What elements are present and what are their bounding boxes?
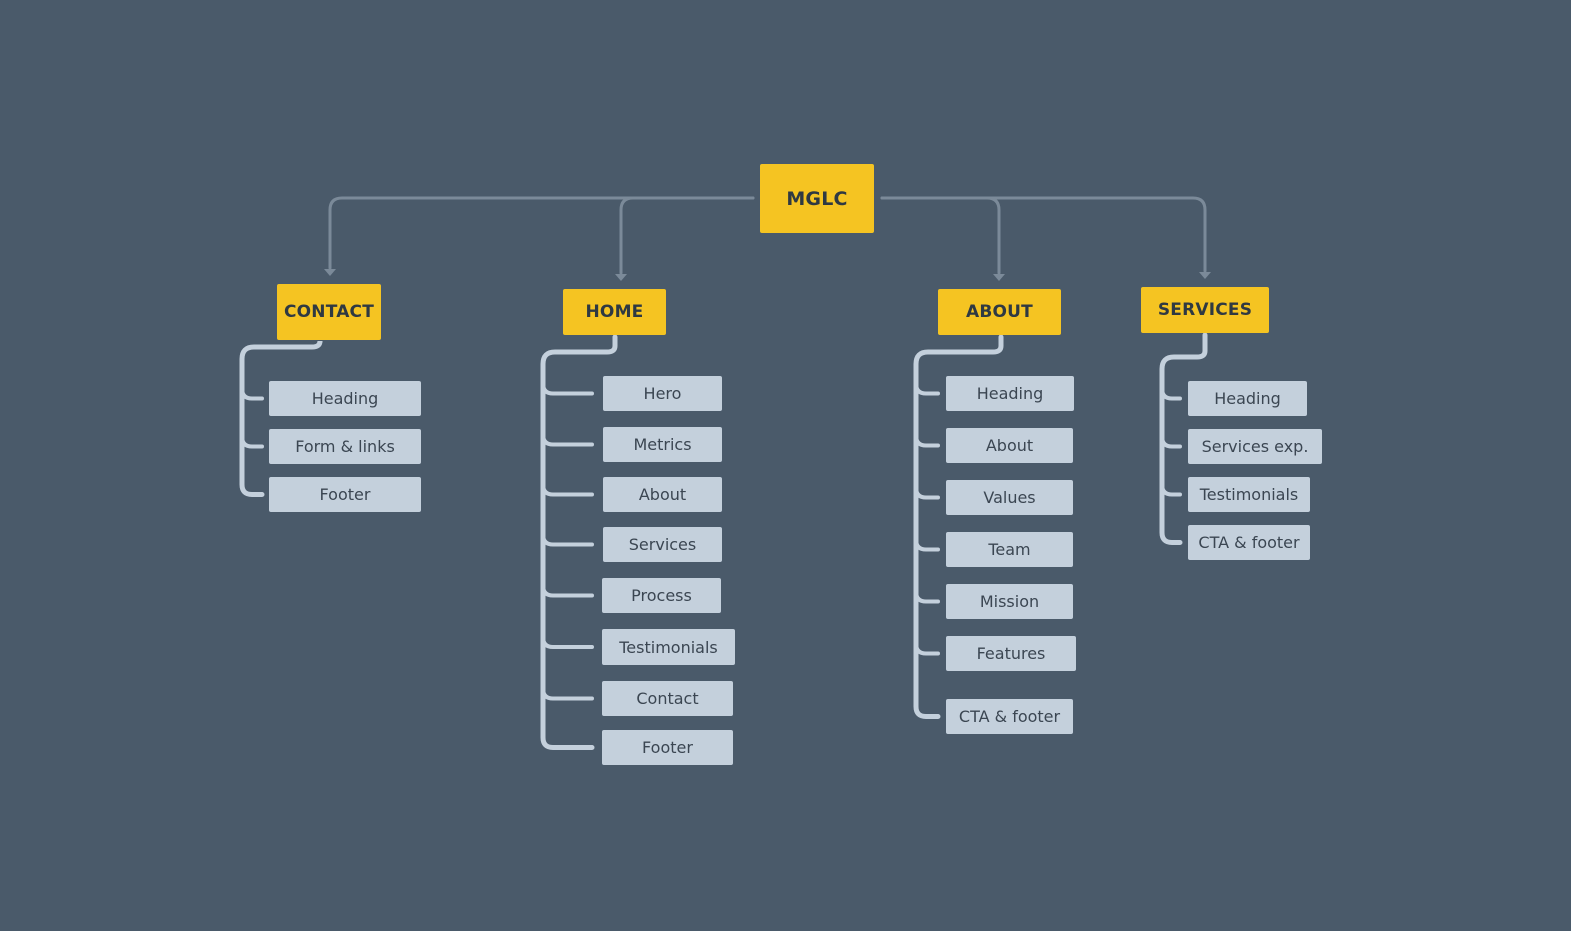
connector-root-home [619,196,755,275]
bracket-tick [914,537,940,552]
page-block-services-label: CTA & footer [1198,533,1300,552]
page-block-home-label: Metrics [633,435,692,454]
bracket-tick [914,433,940,448]
page-block-home[interactable]: Contact [602,681,733,716]
arrow-head-icon [324,269,336,276]
page-block-about-label: Heading [976,384,1044,403]
connector-root-services [880,196,1207,273]
section-about[interactable]: ABOUT [938,289,1061,335]
bracket-tick [914,589,940,604]
page-block-about-label: Team [988,540,1031,559]
page-block-home[interactable]: About [603,477,722,512]
section-home-label: HOME [585,302,644,322]
page-block-about[interactable]: CTA & footer [946,699,1073,734]
page-block-home-label: Hero [643,384,682,403]
bracket-contact [239,339,323,497]
bracket-tick [1160,434,1182,449]
bracket-tick [1160,482,1182,497]
bracket-tick [541,381,594,396]
page-block-home-label: Process [631,586,692,605]
bracket-tick [541,482,594,497]
section-services[interactable]: SERVICES [1141,287,1269,333]
bracket-tick [240,386,264,401]
page-block-home[interactable]: Metrics [603,427,722,462]
page-block-about-label: CTA & footer [958,707,1061,726]
page-block-services[interactable]: Heading [1188,381,1307,416]
page-block-home-label: Contact [636,689,699,708]
bracket-tick [541,583,594,598]
page-block-contact-label: Footer [319,485,371,504]
page-block-about-label: Features [976,644,1046,663]
connector-lines [239,196,1211,750]
page-block-services-label: Testimonials [1199,485,1299,504]
section-services-label: SERVICES [1157,300,1253,320]
bracket-tick [914,381,940,396]
arrow-head-icon [615,274,627,281]
page-block-contact[interactable]: Footer [269,477,421,512]
bracket-tick [541,432,594,447]
page-block-about-label: Values [983,488,1036,507]
page-block-home[interactable]: Hero [603,376,722,411]
section-about-label: ABOUT [966,302,1033,322]
connector-root-about [880,196,1001,275]
page-block-about[interactable]: Features [946,636,1076,671]
page-block-services[interactable]: Services exp. [1188,429,1322,464]
section-home[interactable]: HOME [563,289,666,335]
page-block-contact[interactable]: Form & links [269,429,421,464]
bracket-tick [541,532,594,547]
bracket-tick [914,641,940,656]
page-block-contact-label: Form & links [295,437,395,456]
root-node-label: MGLC [786,187,848,210]
page-block-about-label: Mission [979,592,1040,611]
page-block-about[interactable]: Team [946,532,1073,567]
arrow-head-icon [1199,272,1211,279]
root-node[interactable]: MGLC [760,164,874,233]
page-block-about-label: About [985,436,1034,455]
page-block-services[interactable]: CTA & footer [1188,525,1310,560]
page-block-about[interactable]: Heading [946,376,1074,411]
page-block-home[interactable]: Services [603,527,722,562]
page-block-contact-label: Heading [311,389,379,408]
arrow-head-icon [993,274,1005,281]
page-block-home-label: Testimonials [619,637,718,657]
connector-root-contact [328,196,755,270]
page-block-services-label: Services exp. [1201,437,1309,456]
bracket-tick [914,485,940,500]
page-block-contact[interactable]: Heading [269,381,421,416]
page-block-home[interactable]: Process [602,578,721,613]
page-block-services-label: Heading [1214,389,1281,408]
page-block-home-label: About [638,485,687,504]
section-contact-label: CONTACT [283,302,375,322]
page-block-home-label: Footer [642,738,693,757]
section-contact[interactable]: CONTACT [277,284,381,340]
page-block-home-label: Services [628,535,697,554]
bracket-tick [541,635,594,649]
bracket-tick [1160,386,1182,401]
page-block-home[interactable]: Testimonials [602,629,735,665]
page-block-about[interactable]: About [946,428,1073,463]
page-block-about[interactable]: Mission [946,584,1073,619]
page-block-services[interactable]: Testimonials [1188,477,1310,512]
bracket-tick [541,686,594,701]
bracket-tick [240,434,264,449]
page-block-home[interactable]: Footer [602,730,733,765]
page-block-about[interactable]: Values [946,480,1073,515]
